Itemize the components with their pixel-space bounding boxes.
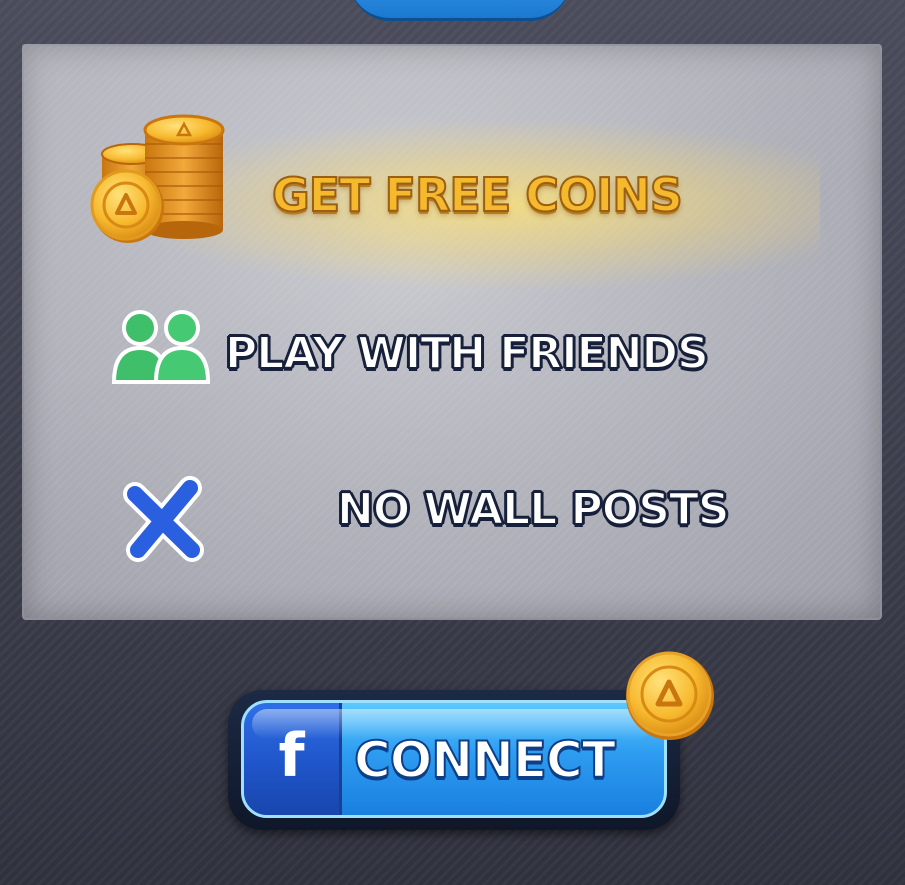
header-tab [350, 0, 570, 21]
coin-badge-icon [626, 651, 714, 740]
no-wall-posts-label: NO WALL POSTS [336, 483, 731, 536]
free-coins-label: GET FREE COINS [271, 167, 684, 223]
x-mark-icon [123, 476, 204, 562]
connect-label: CONNECT [353, 730, 617, 790]
coin-stack-icon [90, 114, 225, 243]
facebook-connect-button[interactable]: f CONNECT [241, 700, 667, 818]
play-with-friends-label: PLAY WITH FRIENDS [224, 327, 710, 380]
friends-icon [111, 310, 211, 384]
